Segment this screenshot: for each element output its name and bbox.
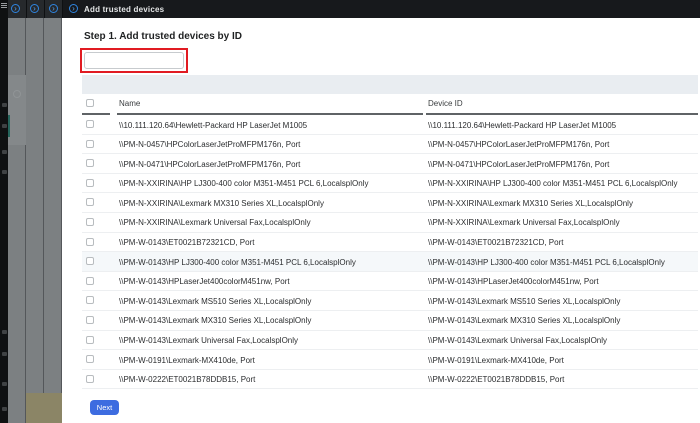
device-id: \\PM-N-XXIRINA\Lexmark MX310 Series XL,L…: [428, 198, 633, 208]
sidebar-lock-icon[interactable]: [2, 330, 7, 334]
device-id: \\PM-N-0457\HPColorLaserJetProMFPM176n, …: [428, 140, 610, 150]
table-row[interactable]: \\PM-W-0143\Lexmark MS510 Series XL,Loca…: [82, 291, 698, 311]
row-checkbox[interactable]: [86, 257, 94, 266]
panel-collapse-icon[interactable]: ›: [30, 4, 39, 13]
row-checkbox[interactable]: [86, 374, 94, 383]
stacked-panel-edge: [8, 18, 26, 423]
table-row[interactable]: \\PM-N-XXIRINA\Lexmark Universal Fax,Loc…: [82, 213, 698, 233]
step-title: Step 1. Add trusted devices by ID: [84, 31, 243, 42]
device-name: \\PM-W-0143\ET0021B72321CD, Port: [119, 238, 255, 248]
device-name: \\PM-W-0143\HP LJ300-400 color M351-M451…: [119, 257, 356, 267]
row-checkbox[interactable]: [86, 355, 94, 364]
row-checkbox[interactable]: [86, 335, 94, 344]
next-button[interactable]: Next: [90, 400, 119, 415]
sidebar-tasks-icon[interactable]: [2, 170, 7, 174]
device-id: \\PM-N-0471\HPColorLaserJetProMFPM176n, …: [428, 159, 610, 169]
device-id: \\PM-W-0143\HP LJ300-400 color M351-M451…: [428, 257, 665, 267]
device-id: \\PM-N-XXIRINA\Lexmark Universal Fax,Loc…: [428, 218, 620, 228]
device-name: \\PM-W-0191\Lexmark-MX410de, Port: [119, 355, 255, 365]
row-checkbox[interactable]: [86, 296, 94, 305]
table-header: Name Device ID: [82, 94, 698, 113]
row-checkbox[interactable]: [86, 120, 94, 128]
device-id: \\PM-W-0222\ET0021B78DDB15, Port: [428, 375, 565, 385]
device-name: \\PM-N-XXIRINA\HP LJ300-400 color M351-M…: [119, 179, 369, 189]
row-checkbox[interactable]: [86, 198, 94, 207]
sidebar-settings-icon[interactable]: [2, 407, 7, 411]
sidebar-warning-icon[interactable]: [2, 124, 7, 128]
panel-separator: [44, 0, 45, 18]
panel-collapse-icon[interactable]: ›: [11, 4, 20, 13]
table-row[interactable]: \\PM-N-XXIRINA\HP LJ300-400 color M351-M…: [82, 174, 698, 194]
add-trusted-devices-dialog: Step 1. Add trusted devices by ID Name D…: [62, 18, 700, 423]
table-row[interactable]: \\PM-W-0143\Lexmark MX310 Series XL,Loca…: [82, 311, 698, 331]
device-id: \\PM-N-XXIRINA\HP LJ300-400 color M351-M…: [428, 179, 678, 189]
table-row[interactable]: \\PM-W-0143\HPLaserJet400colorM451nw, Po…: [82, 272, 698, 292]
table-row[interactable]: \\PM-N-XXIRINA\Lexmark MX310 Series XL,L…: [82, 193, 698, 213]
device-id: \\PM-W-0143\Lexmark MS510 Series XL,Loca…: [428, 296, 621, 306]
table-row[interactable]: \\10.111.120.64\Hewlett-Packard HP Laser…: [82, 115, 698, 135]
select-all-checkbox[interactable]: [86, 99, 94, 107]
row-checkbox[interactable]: [86, 159, 94, 168]
panel-edge-content: [8, 75, 26, 145]
device-name: \\PM-N-0457\HPColorLaserJetProMFPM176n, …: [119, 140, 301, 150]
device-name: \\PM-W-0143\Lexmark MS510 Series XL,Loca…: [119, 296, 312, 306]
column-header-name: Name: [119, 99, 141, 108]
app-sidebar: [0, 0, 8, 423]
table-toolbar: [82, 75, 698, 94]
panel-footer-edge: [44, 393, 62, 423]
device-id: \\10.111.120.64\Hewlett-Packard HP Laser…: [428, 120, 617, 130]
device-id: \\PM-W-0143\ET0021B72321CD, Port: [428, 238, 564, 248]
sidebar-reports-icon[interactable]: [2, 150, 7, 154]
selected-item-marker: [8, 115, 10, 137]
panel-collapse-icon[interactable]: ›: [49, 4, 58, 13]
panel-separator: [62, 0, 63, 18]
device-name: \\PM-W-0222\ET0021B78DDB15, Port: [119, 375, 256, 385]
device-id: \\PM-W-0143\HPLaserJet400colorM451nw, Po…: [428, 277, 599, 287]
sidebar-console-icon[interactable]: [2, 352, 7, 356]
table-row[interactable]: \\PM-W-0222\ET0021B78DDB15, Port \\PM-W-0…: [82, 370, 698, 390]
device-id-input[interactable]: [84, 52, 184, 69]
row-checkbox[interactable]: [86, 178, 94, 187]
table-row[interactable]: \\PM-W-0143\HP LJ300-400 color M351-M451…: [82, 252, 698, 272]
panel-collapse-icon[interactable]: ›: [69, 4, 78, 13]
panel-footer-edge: [26, 393, 44, 423]
device-name: \\PM-W-0143\Lexmark MX310 Series XL,Loca…: [119, 316, 312, 326]
device-id: \\PM-W-0143\Lexmark MX310 Series XL,Loca…: [428, 316, 621, 326]
column-header-device-id: Device ID: [428, 99, 463, 108]
status-circle-icon: [13, 90, 21, 98]
device-name: \\PM-N-0471\HPColorLaserJetProMFPM176n, …: [119, 159, 301, 169]
table-row[interactable]: \\PM-W-0191\Lexmark-MX410de, Port \\PM-W-…: [82, 350, 698, 370]
table-row[interactable]: \\PM-W-0143\ET0021B72321CD, Port \\PM-W-0…: [82, 233, 698, 253]
device-name: \\10.111.120.64\Hewlett-Packard HP Laser…: [119, 120, 308, 130]
device-name: \\PM-W-0143\HPLaserJet400colorM451nw, Po…: [119, 277, 290, 287]
row-checkbox[interactable]: [86, 315, 94, 324]
device-id: \\PM-W-0191\Lexmark-MX410de, Port: [428, 355, 564, 365]
row-checkbox[interactable]: [86, 139, 94, 148]
screen: › › › › Add trusted devices Step 1. Add …: [0, 0, 700, 423]
sidebar-user-icon[interactable]: [2, 382, 7, 386]
row-checkbox[interactable]: [86, 276, 94, 285]
stacked-panel-edge: [26, 18, 44, 423]
row-checkbox[interactable]: [86, 237, 94, 246]
table-row[interactable]: \\PM-N-0471\HPColorLaserJetProMFPM176n, …: [82, 154, 698, 174]
sidebar-devices-icon[interactable]: [2, 103, 7, 107]
device-name: \\PM-W-0143\Lexmark Universal Fax,Locals…: [119, 336, 299, 346]
panel-separator: [26, 0, 27, 18]
stacked-panel-edge: [44, 18, 62, 423]
device-name: \\PM-N-XXIRINA\Lexmark MX310 Series XL,L…: [119, 198, 324, 208]
device-name: \\PM-N-XXIRINA\Lexmark Universal Fax,Loc…: [119, 218, 311, 228]
menu-icon[interactable]: [1, 3, 7, 9]
top-bar: › › › › Add trusted devices: [8, 0, 700, 18]
table-row[interactable]: \\PM-N-0457\HPColorLaserJetProMFPM176n, …: [82, 135, 698, 155]
device-id: \\PM-W-0143\Lexmark Universal Fax,Locals…: [428, 336, 608, 346]
device-table-body: \\10.111.120.64\Hewlett-Packard HP Laser…: [82, 115, 698, 390]
row-checkbox[interactable]: [86, 217, 94, 226]
table-row[interactable]: \\PM-W-0143\Lexmark Universal Fax,Locals…: [82, 331, 698, 351]
dialog-title: Add trusted devices: [84, 5, 165, 14]
